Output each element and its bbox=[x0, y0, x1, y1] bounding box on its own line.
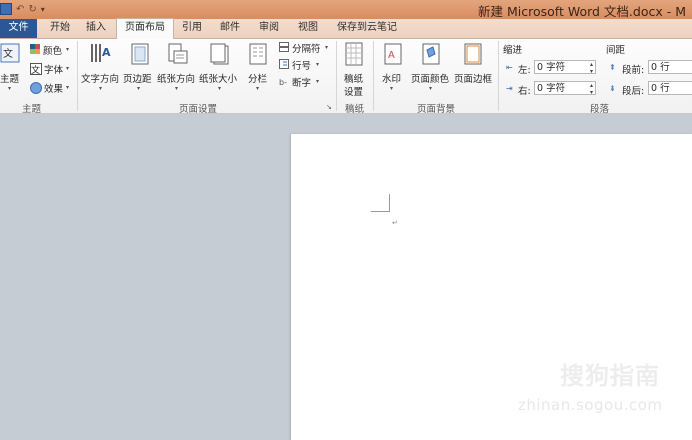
chevron-down-icon: ▾ bbox=[316, 61, 320, 68]
group-label-page-background: 页面背景 bbox=[417, 104, 456, 115]
dialog-launcher-icon[interactable]: ↘ bbox=[326, 103, 332, 111]
crop-mark bbox=[371, 211, 390, 212]
columns-icon bbox=[249, 43, 267, 65]
page-borders-icon bbox=[464, 43, 482, 65]
svg-text:文: 文 bbox=[3, 47, 13, 60]
fonts-icon: 文 bbox=[30, 63, 42, 75]
chevron-down-icon: ▾ bbox=[325, 44, 329, 51]
tab-home[interactable]: 开始 bbox=[44, 19, 76, 38]
colors-icon bbox=[30, 44, 40, 54]
hyphenation-icon: b- bbox=[279, 78, 287, 86]
chevron-down-icon: ▾ bbox=[137, 85, 141, 92]
group-label-manuscript: 稿纸 bbox=[345, 104, 365, 115]
group-separator bbox=[336, 41, 337, 111]
indent-left-icon: ⇤ bbox=[506, 63, 513, 72]
svg-text:文: 文 bbox=[31, 64, 40, 75]
group-separator bbox=[77, 41, 78, 111]
svg-text:A: A bbox=[388, 50, 395, 61]
redo-icon[interactable]: ↻ bbox=[28, 4, 36, 15]
chevron-down-icon: ▾ bbox=[316, 78, 320, 85]
group-label-paragraph: 段落 bbox=[590, 104, 610, 115]
chevron-down-icon: ▾ bbox=[8, 85, 12, 92]
page-color-icon bbox=[422, 43, 440, 65]
crop-mark bbox=[389, 194, 390, 211]
paper-size-icon bbox=[210, 43, 229, 65]
indent-right-input[interactable]: 0 字符 ▴ ▾ bbox=[534, 81, 596, 96]
document-page[interactable] bbox=[291, 134, 692, 440]
chevron-down-icon: ▾ bbox=[66, 84, 70, 91]
undo-icon[interactable]: ↶ bbox=[16, 4, 24, 15]
themes-icon: 文 bbox=[0, 43, 20, 63]
title-bar: ↶ ↻ ▾ 新建 Microsoft Word 文档.docx - M bbox=[0, 0, 692, 19]
orientation-icon bbox=[168, 43, 188, 64]
ribbon-tabs: 文件 开始 插入 页面布局 引用 邮件 审阅 视图 保存到云笔记 bbox=[0, 18, 692, 40]
spacing-after-icon: ⇟ bbox=[609, 84, 616, 93]
chevron-down-icon: ▾ bbox=[66, 65, 70, 72]
paragraph-mark-icon: ↵ bbox=[392, 219, 398, 227]
manuscript-icon bbox=[345, 42, 363, 66]
spin-arrows-icon[interactable]: ▴ ▾ bbox=[590, 82, 593, 96]
indent-header: 缩进 bbox=[503, 45, 523, 56]
tab-review[interactable]: 审阅 bbox=[253, 19, 285, 38]
sogou-logo-icon bbox=[515, 352, 549, 386]
effects-icon bbox=[30, 82, 42, 94]
group-label-page-setup: 页面设置 bbox=[179, 104, 218, 115]
quick-access-toolbar: ↶ ↻ ▾ bbox=[0, 2, 45, 16]
spin-arrows-icon[interactable]: ▴ ▾ bbox=[590, 61, 593, 75]
customize-toolbar-icon[interactable]: ▾ bbox=[41, 5, 45, 14]
tab-page-layout[interactable]: 页面布局 bbox=[116, 18, 174, 40]
indent-left-input[interactable]: 0 字符 ▴ ▾ bbox=[534, 60, 596, 75]
chevron-down-icon: ▾ bbox=[218, 85, 222, 92]
tab-cloud-notes[interactable]: 保存到云笔记 bbox=[333, 19, 401, 38]
window-title: 新建 Microsoft Word 文档.docx - M bbox=[478, 4, 687, 19]
text-direction-icon: A bbox=[91, 44, 111, 62]
tab-view[interactable]: 视图 bbox=[292, 19, 324, 38]
tab-file[interactable]: 文件 bbox=[0, 19, 37, 38]
margins-icon bbox=[131, 43, 149, 65]
save-icon[interactable] bbox=[0, 3, 12, 15]
ribbon: 文 主题 ▾ 颜色 ▾ 文 字体 ▾ 效果 ▾ 主题 A 文字方向 ▾ 页边距 … bbox=[0, 39, 692, 115]
tab-insert[interactable]: 插入 bbox=[80, 19, 112, 38]
line-numbers-icon bbox=[279, 59, 289, 69]
indent-right-icon: ⇥ bbox=[506, 84, 513, 93]
chevron-down-icon: ▾ bbox=[66, 46, 70, 53]
chevron-down-icon: ▾ bbox=[175, 85, 179, 92]
group-separator bbox=[498, 41, 499, 111]
chevron-down-icon: ▾ bbox=[99, 85, 103, 92]
tab-references[interactable]: 引用 bbox=[176, 19, 208, 38]
spacing-before-input[interactable]: 0 行 bbox=[648, 60, 692, 74]
chevron-down-icon: ▾ bbox=[429, 85, 433, 92]
chevron-down-icon: ▾ bbox=[390, 85, 394, 92]
watermark-url: zhinan.sogou.com bbox=[518, 396, 663, 414]
watermark-brand: 搜狗指南 bbox=[560, 362, 660, 390]
spacing-before-icon: ⇞ bbox=[609, 63, 616, 72]
chevron-down-icon: ▾ bbox=[256, 85, 260, 92]
group-label-themes: 主题 bbox=[22, 104, 42, 115]
watermark-icon: A bbox=[384, 43, 402, 65]
tab-mailings[interactable]: 邮件 bbox=[214, 19, 246, 38]
spacing-header: 间距 bbox=[606, 45, 626, 56]
svg-text:b-: b- bbox=[279, 78, 287, 86]
spacing-after-input[interactable]: 0 行 bbox=[648, 81, 692, 95]
breaks-icon bbox=[279, 42, 289, 52]
group-separator bbox=[373, 41, 374, 111]
svg-text:A: A bbox=[102, 46, 111, 59]
